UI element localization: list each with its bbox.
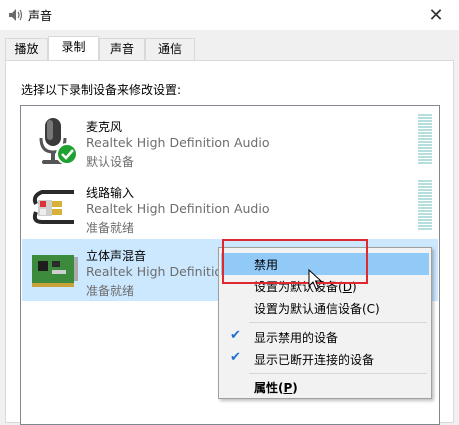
menu-separator — [249, 322, 427, 323]
speaker-icon — [9, 9, 23, 21]
title-bar: 声音 ✕ — [0, 0, 459, 30]
menu-item-label: 设置为默认通信设备(C) — [254, 302, 380, 316]
close-icon: ✕ — [428, 4, 444, 26]
level-meter — [418, 114, 432, 166]
checkmark-icon: ✔ — [230, 328, 241, 343]
mouse-cursor-icon — [308, 269, 322, 290]
menu-item-show-disabled[interactable]: ✔ 显示禁用的设备 — [221, 326, 429, 348]
tab-sounds[interactable]: 声音 — [99, 38, 145, 60]
microphone-icon — [39, 118, 78, 165]
device-status: 默认设备 — [86, 155, 135, 169]
device-row-microphone[interactable]: 麦克风 Realtek High Definition Audio 默认设备 — [22, 110, 438, 172]
instruction-text: 选择以下录制设备来修改设置: — [21, 83, 182, 97]
device-driver: Realtek High Definition Audio — [86, 135, 270, 150]
menu-separator — [249, 373, 427, 374]
device-status: 准备就绪 — [86, 284, 135, 298]
menu-item-label: 显示禁用的设备 — [254, 331, 339, 345]
window-title: 声音 — [28, 9, 53, 23]
sound-card-icon — [32, 255, 78, 287]
device-name: 线路输入 — [86, 186, 135, 200]
tab-playback[interactable]: 播放 — [5, 38, 48, 60]
tab-communications[interactable]: 通信 — [145, 38, 195, 60]
level-meter — [418, 180, 432, 232]
highlight-annotation — [222, 239, 368, 284]
menu-item-properties[interactable]: 属性(P) — [221, 376, 429, 398]
tab-recording[interactable]: 录制 — [48, 36, 99, 60]
close-button[interactable]: ✕ — [413, 0, 459, 30]
device-row-line-in[interactable]: 线路输入 Realtek High Definition Audio 准备就绪 — [22, 176, 438, 238]
menu-item-set-default-comm[interactable]: 设置为默认通信设备(C) — [221, 297, 429, 319]
menu-item-label: 属性(P) — [254, 381, 298, 395]
checkmark-icon: ✔ — [230, 350, 241, 365]
device-status: 准备就绪 — [86, 221, 135, 235]
device-name: 麦克风 — [86, 120, 123, 134]
menu-item-show-disconnected[interactable]: ✔ 显示已断开连接的设备 — [221, 348, 429, 370]
device-driver: Realtek High Definition Audio — [86, 201, 270, 216]
device-name: 立体声混音 — [86, 249, 147, 263]
device-driver: Realtek High Definition — [86, 264, 230, 279]
line-in-cable-icon — [32, 190, 74, 224]
menu-item-label: 显示已断开连接的设备 — [254, 353, 375, 367]
